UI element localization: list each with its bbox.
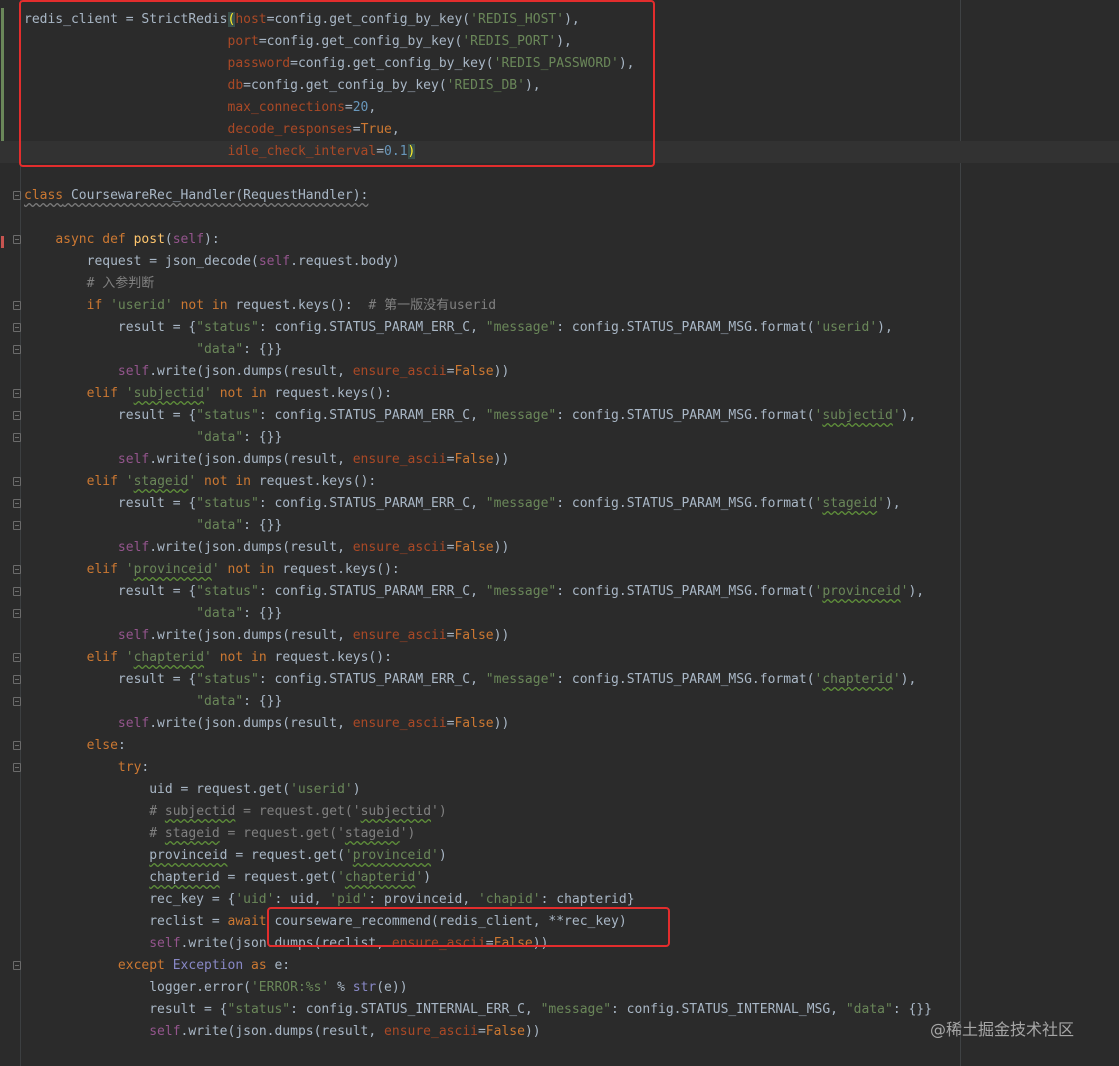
code-text: if 'userid' not in request.keys(): # 第一版… xyxy=(86,298,497,313)
code-line[interactable]: elif 'subjectid' not in request.keys(): xyxy=(0,383,1119,405)
watermark: @稀土掘金技术社区 xyxy=(930,1020,1075,1039)
code-text: "data": {}} xyxy=(196,518,283,533)
code-text: result = {"status": config.STATUS_INTERN… xyxy=(24,1002,932,1017)
code-text: class CoursewareRec_Handler(RequestHandl… xyxy=(24,188,369,203)
fold-toggle-icon[interactable] xyxy=(13,345,21,354)
code-line[interactable]: class CoursewareRec_Handler(RequestHandl… xyxy=(0,185,1119,207)
code-text: elif 'chapterid' not in request.keys(): xyxy=(86,650,392,665)
code-text: chapterid = request.get('chapterid') xyxy=(149,870,432,885)
highlight-box-redis-client xyxy=(19,0,655,167)
code-line[interactable]: elif 'provinceid' not in request.keys(): xyxy=(0,559,1119,581)
fold-toggle-icon[interactable] xyxy=(13,411,21,420)
code-text: "data": {}} xyxy=(196,606,283,621)
code-line[interactable]: async def post(self): xyxy=(0,229,1119,251)
code-line[interactable]: result = {"status": config.STATUS_PARAM_… xyxy=(0,669,1119,691)
code-text: result = {"status": config.STATUS_PARAM_… xyxy=(24,672,917,687)
code-line[interactable]: self.write(json.dumps(result, ensure_asc… xyxy=(0,713,1119,735)
code-text: "data": {}} xyxy=(196,342,283,357)
fold-toggle-icon[interactable] xyxy=(13,587,21,596)
code-line[interactable]: chapterid = request.get('chapterid') xyxy=(0,867,1119,889)
code-text: try: xyxy=(117,760,150,775)
code-text: provinceid = request.get('provinceid') xyxy=(149,848,447,863)
code-text: # subjectid = request.get('subjectid') xyxy=(149,804,447,819)
code-text: elif 'stageid' not in request.keys(): xyxy=(86,474,377,489)
code-line[interactable]: if 'userid' not in request.keys(): # 第一版… xyxy=(0,295,1119,317)
fold-toggle-icon[interactable] xyxy=(13,389,21,398)
code-text: async def post(self): xyxy=(55,232,220,247)
code-line[interactable]: elif 'chapterid' not in request.keys(): xyxy=(0,647,1119,669)
code-text: # 入参判断 xyxy=(86,276,155,291)
code-line[interactable]: result = {"status": config.STATUS_PARAM_… xyxy=(0,405,1119,427)
code-text: self.write(json.dumps(result, ensure_asc… xyxy=(117,628,510,643)
code-line[interactable]: self.write(json.dumps(result, ensure_asc… xyxy=(0,361,1119,383)
code-line[interactable]: request = json_decode(self.request.body) xyxy=(0,251,1119,273)
fold-toggle-icon[interactable] xyxy=(13,763,21,772)
code-text: request = json_decode(self.request.body) xyxy=(24,254,400,269)
code-text: self.write(json.dumps(result, ensure_asc… xyxy=(117,540,510,555)
code-line[interactable]: uid = request.get('userid') xyxy=(0,779,1119,801)
code-line[interactable]: # subjectid = request.get('subjectid') xyxy=(0,801,1119,823)
fold-toggle-icon[interactable] xyxy=(13,499,21,508)
code-line[interactable]: result = {"status": config.STATUS_PARAM_… xyxy=(0,317,1119,339)
code-editor[interactable]: redis_client = StrictRedis(host=config.g… xyxy=(0,0,1119,1066)
code-text: result = {"status": config.STATUS_PARAM_… xyxy=(24,408,917,423)
fold-toggle-icon[interactable] xyxy=(13,323,21,332)
fold-toggle-icon[interactable] xyxy=(13,565,21,574)
fold-toggle-icon[interactable] xyxy=(13,697,21,706)
code-line[interactable]: else: xyxy=(0,735,1119,757)
code-line[interactable]: result = {"status": config.STATUS_PARAM_… xyxy=(0,493,1119,515)
fold-toggle-icon[interactable] xyxy=(13,433,21,442)
fold-toggle-icon[interactable] xyxy=(13,521,21,530)
code-text: result = {"status": config.STATUS_PARAM_… xyxy=(24,584,925,599)
code-line[interactable]: result = {"status": config.STATUS_PARAM_… xyxy=(0,581,1119,603)
code-line[interactable]: except Exception as e: xyxy=(0,955,1119,977)
code-text: result = {"status": config.STATUS_PARAM_… xyxy=(24,496,901,511)
fold-toggle-icon[interactable] xyxy=(13,961,21,970)
code-text: result = {"status": config.STATUS_PARAM_… xyxy=(24,320,893,335)
fold-toggle-icon[interactable] xyxy=(13,741,21,750)
code-line[interactable]: "data": {}} xyxy=(0,339,1119,361)
code-line[interactable]: "data": {}} xyxy=(0,691,1119,713)
code-text: self.write(json.dumps(result, ensure_asc… xyxy=(117,452,510,467)
code-line[interactable]: "data": {}} xyxy=(0,427,1119,449)
code-text: # stageid = request.get('stageid') xyxy=(149,826,416,841)
highlight-box-courseware-recommend xyxy=(267,907,670,947)
code-line[interactable]: logger.error('ERROR:%s' % str(e)) xyxy=(0,977,1119,999)
fold-toggle-icon[interactable] xyxy=(13,653,21,662)
code-text: logger.error('ERROR:%s' % str(e)) xyxy=(24,980,408,995)
code-text: self.write(json.dumps(result, ensure_asc… xyxy=(149,1024,541,1039)
code-text: elif 'provinceid' not in request.keys(): xyxy=(86,562,400,577)
code-text: else: xyxy=(86,738,126,753)
fold-toggle-icon[interactable] xyxy=(13,675,21,684)
code-line[interactable]: self.write(json.dumps(result, ensure_asc… xyxy=(0,449,1119,471)
code-text: except Exception as e: xyxy=(117,958,291,973)
fold-toggle-icon[interactable] xyxy=(13,609,21,618)
code-line[interactable]: provinceid = request.get('provinceid') xyxy=(0,845,1119,867)
fold-toggle-icon[interactable] xyxy=(13,235,21,244)
code-line[interactable]: self.write(json.dumps(result, ensure_asc… xyxy=(0,625,1119,647)
code-line[interactable]: # 入参判断 xyxy=(0,273,1119,295)
code-text: "data": {}} xyxy=(196,430,283,445)
fold-toggle-icon[interactable] xyxy=(13,477,21,486)
code-text: uid = request.get('userid') xyxy=(24,782,361,797)
code-line[interactable]: try: xyxy=(0,757,1119,779)
code-line[interactable]: "data": {}} xyxy=(0,603,1119,625)
code-text: elif 'subjectid' not in request.keys(): xyxy=(86,386,392,401)
code-text: "data": {}} xyxy=(196,694,283,709)
code-line[interactable] xyxy=(0,207,1119,229)
code-line[interactable]: # stageid = request.get('stageid') xyxy=(0,823,1119,845)
fold-toggle-icon[interactable] xyxy=(13,301,21,310)
code-line[interactable]: "data": {}} xyxy=(0,515,1119,537)
code-text: self.write(json.dumps(result, ensure_asc… xyxy=(117,716,510,731)
code-line[interactable]: self.write(json.dumps(result, ensure_asc… xyxy=(0,537,1119,559)
code-line[interactable]: elif 'stageid' not in request.keys(): xyxy=(0,471,1119,493)
code-text: self.write(json.dumps(result, ensure_asc… xyxy=(117,364,510,379)
fold-toggle-icon[interactable] xyxy=(13,191,21,200)
